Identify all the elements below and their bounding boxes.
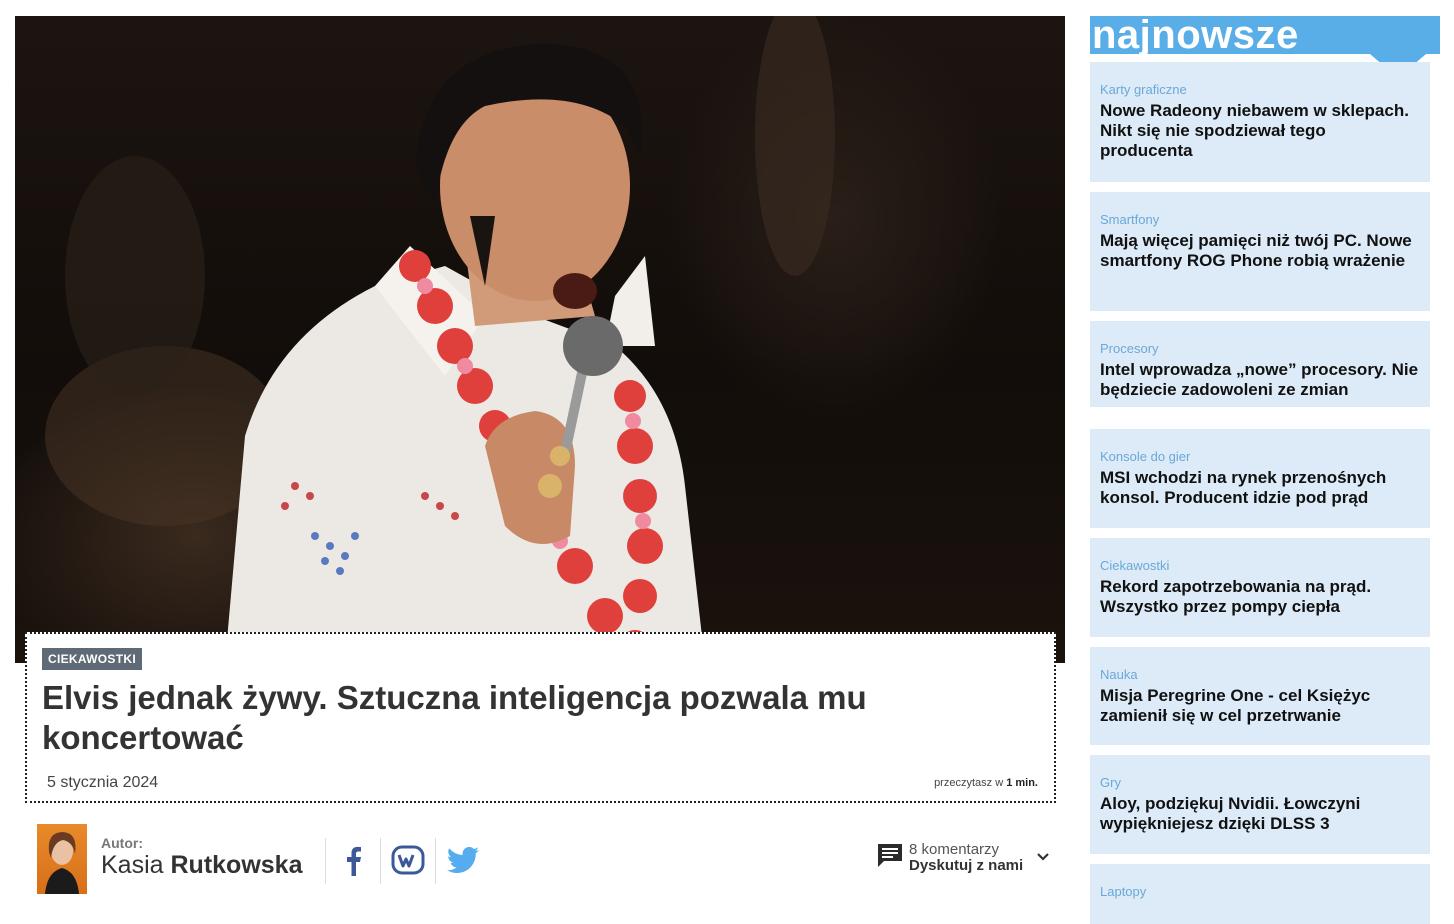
news-card-headline[interactable]: Mają więcej pamięci niż twój PC. Nowe sm…	[1100, 231, 1420, 271]
author-avatar[interactable]	[37, 824, 87, 894]
news-card[interactable]: Laptopy	[1090, 864, 1430, 924]
elvis-illustration	[45, 16, 835, 663]
news-card[interactable]: Nauka Misja Peregrine One - cel Księżyc z…	[1090, 647, 1430, 745]
wykop-icon[interactable]	[388, 840, 428, 880]
divider	[325, 838, 326, 884]
discuss-link[interactable]: Dyskutuj z nami	[909, 857, 1023, 874]
news-card-headline[interactable]: Aloy, podziękuj Nvidii. Łowczyni wypiękn…	[1100, 794, 1420, 834]
chevron-down-icon[interactable]	[1036, 850, 1050, 869]
news-card-headline[interactable]: Nowe Radeony niebawem w sklepach. Nikt s…	[1100, 101, 1420, 161]
news-card[interactable]: Gry Aloy, podziękuj Nvidii. Łowczyni wypi…	[1090, 755, 1430, 854]
news-card-category[interactable]: Smartfony	[1100, 212, 1420, 227]
author-last-name: Rutkowska	[170, 851, 303, 879]
article-date: 5 stycznia 2024	[47, 774, 159, 791]
news-card[interactable]: Procesory Intel wprowadza „nowe” procesor…	[1090, 321, 1430, 407]
facebook-icon[interactable]	[333, 840, 373, 880]
news-card-category[interactable]: Gry	[1100, 775, 1420, 790]
news-card-category[interactable]: Nauka	[1100, 667, 1420, 682]
news-card-category[interactable]: Procesory	[1100, 341, 1420, 356]
divider	[435, 838, 436, 884]
news-card-headline[interactable]: Intel wprowadza „nowe” procesory. Nie bę…	[1100, 360, 1420, 400]
category-tag[interactable]: CIEKAWOSTKI	[42, 648, 142, 670]
author-name[interactable]: Kasia Rutkowska	[101, 851, 302, 880]
read-time: przeczytasz w 1 min.	[934, 777, 1038, 789]
author-first-name: Kasia	[101, 851, 164, 879]
read-time-value: 1 min.	[1006, 777, 1038, 789]
news-card-category[interactable]: Karty graficzne	[1100, 82, 1420, 97]
news-card[interactable]: Konsole do gier MSI wchodzi na rynek prze…	[1090, 429, 1430, 528]
article-title: Elvis jednak żywy. Sztuczna inteligencja…	[42, 679, 867, 756]
news-card-headline[interactable]: Rekord zapotrzebowania na prąd. Wszystko…	[1100, 577, 1420, 617]
news-card-headline[interactable]: Misja Peregrine One - cel Księżyc zamien…	[1100, 686, 1420, 726]
twitter-icon[interactable]	[443, 840, 483, 880]
news-card-headline[interactable]: MSI wchodzi na rynek przenośnych konsol.…	[1100, 468, 1420, 508]
news-card-category[interactable]: Laptopy	[1100, 884, 1420, 899]
comment-icon[interactable]	[876, 841, 904, 874]
news-card-category[interactable]: Konsole do gier	[1100, 449, 1420, 464]
hero-image[interactable]	[15, 16, 1065, 663]
author-label: Autor:	[101, 835, 143, 851]
divider	[380, 838, 381, 884]
sidebar-title: najnowsze	[1092, 13, 1299, 57]
news-card[interactable]: Smartfony Mają więcej pamięci niż twój PC…	[1090, 192, 1430, 311]
read-time-prefix: przeczytasz w	[934, 777, 1004, 789]
comments-count[interactable]: 8 komentarzy	[909, 841, 999, 858]
news-card[interactable]: Karty graficzne Nowe Radeony niebawem w s…	[1090, 62, 1430, 182]
news-card-category[interactable]: Ciekawostki	[1100, 558, 1420, 573]
news-card[interactable]: Ciekawostki Rekord zapotrzebowania na prą…	[1090, 538, 1430, 637]
